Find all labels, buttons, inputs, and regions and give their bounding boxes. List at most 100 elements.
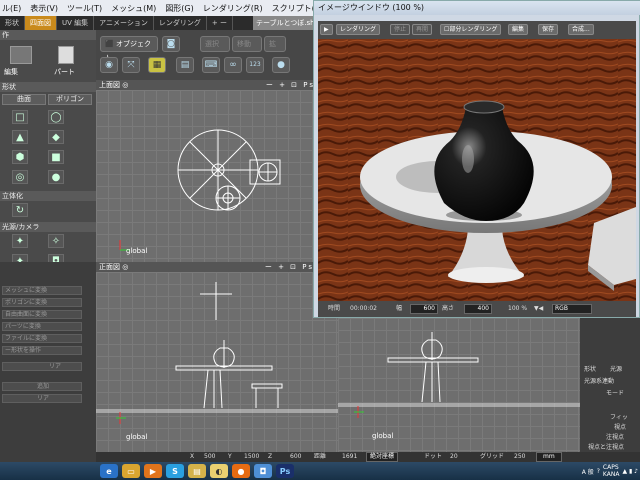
media-player-icon[interactable]: ▶: [144, 464, 162, 478]
composite-button[interactable]: 合成...: [568, 24, 594, 35]
point-light-icon[interactable]: ✧: [48, 234, 64, 248]
edit-menu-button[interactable]: 編集: [508, 24, 529, 35]
xz-view-icon[interactable]: ⤧: [122, 57, 140, 73]
ie-icon[interactable]: e: [100, 464, 118, 478]
photoshop-icon[interactable]: Ps: [276, 464, 294, 478]
firefox-icon[interactable]: ●: [232, 464, 250, 478]
ime-indicator[interactable]: A 般: [582, 467, 594, 476]
view-options-icon[interactable]: ◎: [122, 81, 128, 89]
add-button[interactable]: 追加: [2, 382, 82, 391]
top-view-tools[interactable]: ー + ⊡ Ps: [266, 80, 315, 90]
side-view-viewport[interactable]: global: [338, 318, 580, 452]
unit-select[interactable]: mm: [536, 452, 562, 462]
document-tab[interactable]: テーブルとつぼ.shd: [253, 16, 315, 30]
menu-rendering[interactable]: レンダリング(R): [203, 3, 263, 14]
target-button[interactable]: 注視点: [606, 432, 624, 441]
four-view-icon[interactable]: ▦: [148, 57, 166, 73]
tab-shape[interactable]: 形状: [0, 16, 25, 30]
edit-tool-icon[interactable]: [10, 46, 32, 64]
help-icon[interactable]: ?: [597, 468, 600, 475]
front-view-viewport[interactable]: 正面図 ◎ ー + ⊡ Ps global: [96, 262, 338, 452]
render-button[interactable]: レンダリング: [336, 24, 381, 35]
width-input[interactable]: 600: [410, 304, 438, 314]
tab-add[interactable]: + ー: [207, 16, 233, 30]
pyramid-icon[interactable]: ◆: [48, 130, 64, 144]
viewpoint-button[interactable]: 視点: [614, 422, 626, 431]
convert-part-button[interactable]: パーツに変換: [2, 322, 82, 331]
time-label: 時間: [328, 305, 341, 312]
x-value[interactable]: 500: [204, 452, 215, 462]
folder-icon[interactable]: ▤: [188, 464, 206, 478]
channel-select[interactable]: RGB: [552, 304, 592, 314]
tab-rendering[interactable]: レンダリング: [154, 16, 207, 30]
skype-icon[interactable]: S: [166, 464, 184, 478]
object-button[interactable]: ⬛ オブジェクト: [100, 36, 158, 62]
menu-view[interactable]: 表示(V): [30, 3, 58, 14]
menu-mesh[interactable]: メッシュ(M): [111, 3, 156, 14]
app-icon[interactable]: ◘: [254, 464, 272, 478]
revolve-icon[interactable]: ↻: [12, 203, 28, 217]
keyboard-icon[interactable]: ⌨: [202, 57, 220, 73]
circle-icon[interactable]: ◯: [48, 110, 64, 124]
play-icon[interactable]: ▶: [320, 24, 333, 35]
view-options-icon[interactable]: ◎: [122, 263, 128, 271]
tab-four-view[interactable]: 四面図: [25, 16, 57, 30]
convert-polygon-button[interactable]: ポリゴンに変換: [2, 298, 82, 307]
y-value[interactable]: 1500: [244, 452, 259, 462]
shape-operation-button[interactable]: ー形状を操作: [2, 346, 82, 355]
resume-button[interactable]: 再開: [412, 24, 433, 35]
cone-icon[interactable]: ▲: [12, 130, 28, 144]
z-value[interactable]: 600: [290, 452, 301, 462]
cylinder-icon[interactable]: ⬢: [12, 150, 28, 164]
light-link-checkbox[interactable]: 光源系連動: [584, 376, 614, 385]
viewpoint-target-button[interactable]: 視点と注視点: [588, 442, 624, 451]
rectangle-icon[interactable]: □: [12, 110, 28, 124]
clear-button-2[interactable]: リア: [2, 394, 82, 403]
shade-icon[interactable]: ◐: [210, 464, 228, 478]
shading-sphere-icon[interactable]: ●: [272, 57, 290, 73]
select-button[interactable]: 選択: [200, 36, 230, 52]
zoom-dropdown-icon[interactable]: ▼◀: [534, 301, 543, 317]
grid-value[interactable]: 250: [514, 452, 525, 462]
x-label: X: [190, 453, 195, 460]
numeric-icon[interactable]: 123: [246, 57, 264, 73]
tab-uv-edit[interactable]: UV 編集: [57, 16, 95, 30]
curve-button[interactable]: 曲面: [2, 94, 46, 105]
mode-label: モード: [606, 390, 625, 397]
light-toggle[interactable]: 光源: [610, 364, 622, 373]
shape-toggle[interactable]: 形状: [584, 364, 596, 373]
menu-edit[interactable]: ル(E): [2, 3, 21, 14]
spotlight-icon[interactable]: ✦: [12, 234, 28, 248]
sphere-view-icon[interactable]: ◉: [100, 57, 118, 73]
polygon-button[interactable]: ポリゴン: [48, 94, 92, 105]
convert-file-button[interactable]: ファイルに変換: [2, 334, 82, 343]
torus-icon[interactable]: ◎: [12, 170, 28, 184]
glasses-icon[interactable]: ∞: [224, 57, 242, 73]
zoom-select[interactable]: 100 %: [508, 301, 527, 317]
height-input[interactable]: 400: [464, 304, 492, 314]
grid-icon[interactable]: ▤: [176, 57, 194, 73]
part-label: パート: [54, 68, 75, 76]
fit-button[interactable]: フィッ: [610, 412, 628, 421]
partial-render-checkbox[interactable]: ☐部分レンダリング: [440, 24, 502, 35]
part-tool-icon[interactable]: [58, 46, 74, 64]
explorer-icon[interactable]: ▭: [122, 464, 140, 478]
front-view-tools[interactable]: ー + ⊡ Ps: [265, 262, 314, 272]
sphere-icon[interactable]: ●: [48, 170, 64, 184]
tray-icons[interactable]: ▲ ▮ ♪: [622, 468, 638, 475]
scale-button[interactable]: 拡: [264, 36, 286, 52]
clear-button[interactable]: リア: [2, 362, 82, 371]
coord-mode-select[interactable]: 絶対座標: [366, 452, 399, 462]
convert-curve-button[interactable]: 自由曲面に変換: [2, 310, 82, 319]
menu-shape[interactable]: 図形(G): [165, 3, 193, 14]
dot-value[interactable]: 20: [450, 452, 458, 462]
top-view-viewport[interactable]: 上面図 ◎ ー + ⊡ Ps global: [96, 80, 318, 262]
stop-button[interactable]: 停止: [390, 24, 411, 35]
cube-icon[interactable]: ■: [48, 150, 64, 164]
convert-mesh-button[interactable]: メッシュに変換: [2, 286, 82, 295]
save-menu-button[interactable]: 保存: [538, 24, 559, 35]
camera-view-icon[interactable]: ◙: [162, 36, 180, 52]
menu-tools[interactable]: ツール(T): [67, 3, 102, 14]
tab-animation[interactable]: アニメーション: [94, 16, 154, 30]
move-button[interactable]: 移動: [232, 36, 262, 52]
